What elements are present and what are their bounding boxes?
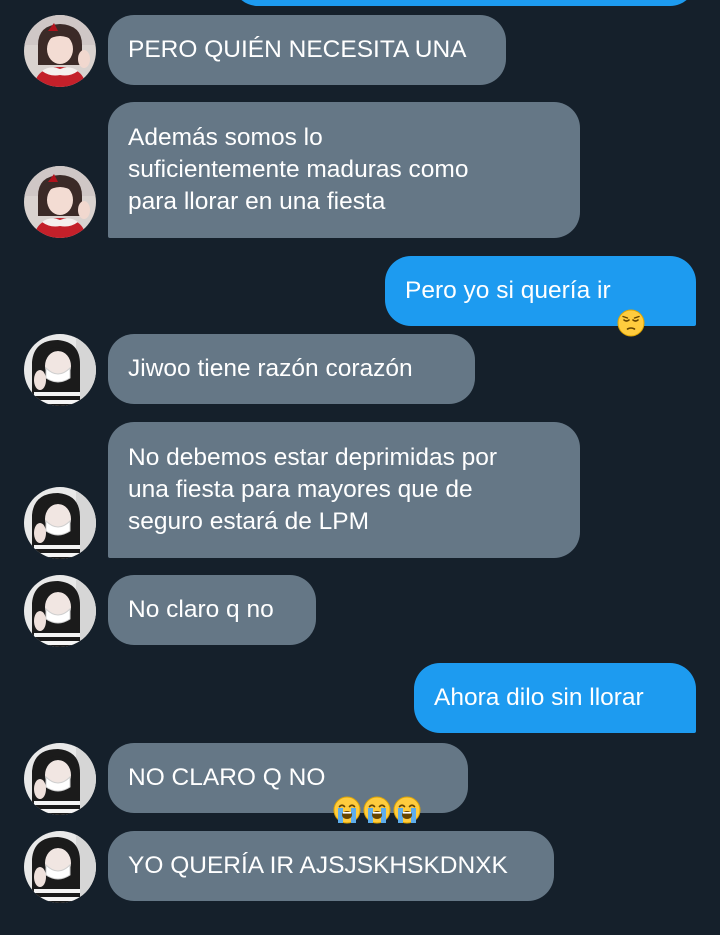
conversation-thread: PERO QUIÉN NECESITA UNA Además somos lo … [0, 0, 720, 935]
message-bubble[interactable]: No debemos estar deprimidas por una fies… [108, 422, 580, 558]
message-text: No debemos estar deprimidas por una fies… [128, 444, 498, 535]
message-text: No claro q no [128, 596, 274, 623]
message-bubble-outgoing[interactable]: Ahora dilo sin llorar [414, 663, 696, 733]
avatar-user-b[interactable] [24, 334, 96, 406]
message-bubble[interactable]: No claro q no [108, 575, 316, 645]
message-bubble[interactable]: YO QUERÍA IR AJSJSKHSKDNXK [108, 831, 554, 901]
message-text: NO CLARO Q NO [128, 764, 326, 791]
message-text: Pero yo si quería ir [405, 277, 611, 304]
message-text: Ahora dilo sin llorar [434, 684, 644, 711]
loudly-crying-face-emoji [393, 764, 421, 824]
message-text: Además somos lo suficientemente maduras … [128, 124, 469, 215]
pensive-face-emoji [617, 277, 645, 337]
avatar-user-b[interactable] [24, 575, 96, 647]
avatar-user-b[interactable] [24, 487, 96, 559]
message-text: YO QUERÍA IR AJSJSKHSKDNXK [128, 852, 508, 879]
previous-outgoing-bubble [232, 0, 696, 6]
message-bubble[interactable]: Jiwoo tiene razón corazón [108, 334, 475, 404]
message-bubble[interactable]: PERO QUIÉN NECESITA UNA [108, 15, 506, 85]
avatar-user-b[interactable] [24, 743, 96, 815]
loudly-crying-face-emoji [363, 764, 391, 824]
loudly-crying-face-emoji [333, 764, 361, 824]
avatar-user-b[interactable] [24, 831, 96, 903]
message-text: Jiwoo tiene razón corazón [128, 355, 413, 382]
avatar-user-a[interactable] [24, 15, 96, 87]
avatar-user-a[interactable] [24, 166, 96, 238]
message-bubble[interactable]: Además somos lo suficientemente maduras … [108, 102, 580, 238]
message-text: PERO QUIÉN NECESITA UNA [128, 36, 467, 63]
message-bubble-outgoing[interactable]: Pero yo si quería ir [385, 256, 696, 337]
message-bubble[interactable]: NO CLARO Q NO [108, 743, 468, 824]
